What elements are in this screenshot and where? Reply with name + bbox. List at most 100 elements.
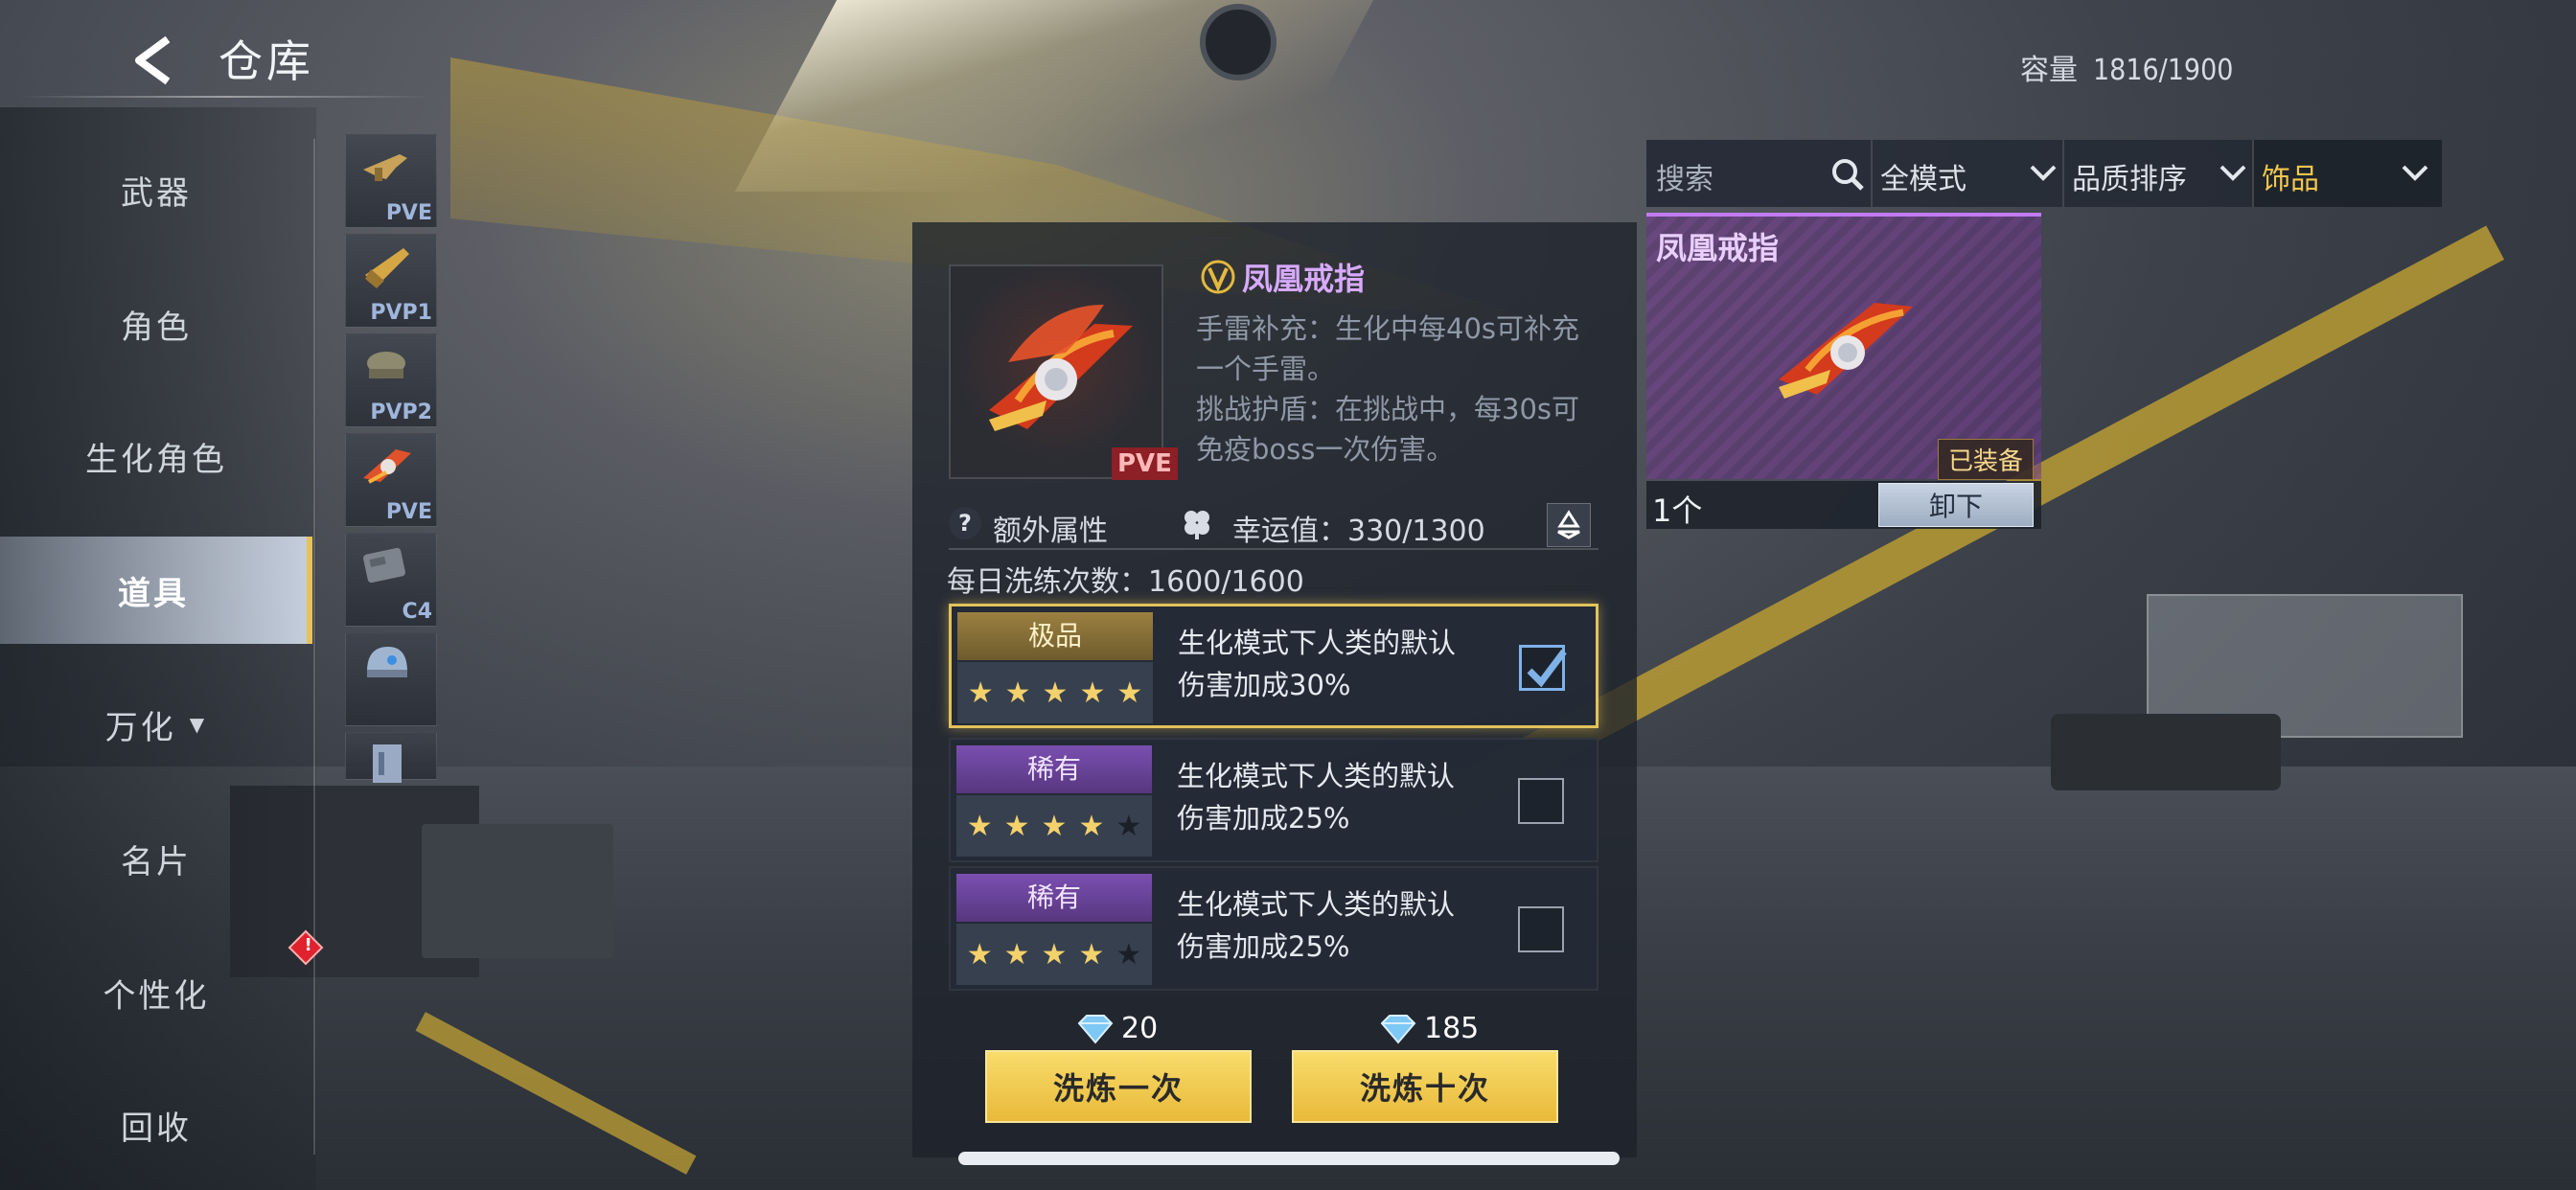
refine-ten-button[interactable]: 洗炼十次 — [1292, 1050, 1558, 1123]
strip-item[interactable]: PVE — [345, 433, 437, 527]
nav-item-wanhua[interactable]: 万化 ▼ — [0, 671, 312, 778]
chevron-down-icon — [2402, 165, 2428, 181]
capacity-label: 容量 — [2020, 54, 2078, 87]
bg-crate — [2051, 714, 2281, 790]
star-icon: ★ — [1116, 675, 1143, 710]
phoenix-ring-icon — [989, 305, 1133, 431]
refine-option-row[interactable]: 稀有 ★ ★ ★ ★ ★ 生化模式下人类的默认 伤害加成25% — [949, 738, 1598, 862]
clover-icon — [1184, 511, 1209, 539]
option-checkbox[interactable] — [1518, 906, 1564, 952]
star-icon: ★ — [1078, 809, 1105, 843]
nav-item-personalize[interactable]: 个性化 — [0, 939, 312, 1046]
strip-item[interactable]: PVE — [345, 134, 437, 228]
armor-icon — [373, 744, 402, 783]
extra-attribute-row: ? 额外属性 幸运值：330/1300 — [949, 503, 1600, 548]
recycle-icon — [1557, 510, 1580, 539]
help-icon[interactable]: ? — [949, 507, 981, 539]
search-icon[interactable] — [1828, 155, 1867, 194]
mode-dropdown[interactable]: 全模式 — [1873, 140, 2064, 207]
item-description-line: 挑战护盾：在挑战中，每30s可 — [1196, 393, 1580, 425]
nav-label: 万化 — [104, 708, 176, 747]
nav-label: 武器 — [121, 173, 192, 213]
strip-item-label: PVE — [385, 500, 432, 524]
option-line: 伤害加成25% — [1177, 930, 1350, 963]
refine-option-row[interactable]: 极品 ★ ★ ★ ★ ★ 生化模式下人类的默认 伤害加成30% — [949, 604, 1598, 728]
pve-tag: PVE — [1112, 447, 1178, 480]
option-checkbox[interactable] — [1518, 778, 1564, 824]
nav-item-recycle[interactable]: 回收 — [0, 1071, 312, 1179]
strip-item[interactable]: PVP2 — [345, 333, 437, 427]
nav-item-zombie-characters[interactable]: 生化角色 — [0, 402, 312, 510]
star-icon: ★ — [1079, 675, 1106, 710]
phoenix-ring-icon — [1779, 303, 1913, 399]
luck-value: 幸运值：330/1300 — [1232, 515, 1485, 548]
back-arrow-icon — [135, 35, 171, 85]
star-icon: ★ — [966, 937, 993, 972]
option-line: 生化模式下人类的默认 — [1177, 760, 1456, 792]
nav-label: 生化角色 — [85, 440, 227, 479]
refine-option-row[interactable]: 稀有 ★ ★ ★ ★ ★ 生化模式下人类的默认 伤害加成25% — [949, 866, 1598, 991]
strip-item[interactable] — [345, 632, 437, 726]
nav-item-cards[interactable]: 名片 — [0, 805, 312, 912]
recycle-button[interactable] — [1547, 503, 1591, 547]
capacity-indicator: 容量 1816/1900 — [2020, 46, 2233, 88]
option-description: 生化模式下人类的默认 伤害加成25% — [1177, 883, 1455, 968]
option-grade-label: 稀有 — [956, 874, 1152, 922]
helmet-icon — [367, 647, 407, 677]
option-stars: ★ ★ ★ ★ ★ — [957, 662, 1153, 723]
option-grade-label: 稀有 — [956, 745, 1152, 793]
option-line: 生化模式下人类的默认 — [1177, 888, 1456, 921]
title-underline — [19, 96, 431, 98]
refine-once-button[interactable]: 洗炼一次 — [985, 1050, 1252, 1123]
daily-refine-count: 每日洗练次数：1600/1600 — [947, 565, 1304, 599]
option-description: 生化模式下人类的默认 伤害加成30% — [1178, 622, 1456, 706]
strip-item[interactable]: PVP1 — [345, 234, 437, 328]
rank-v-icon — [1201, 260, 1235, 294]
nav-label: 回收 — [121, 1109, 192, 1148]
capacity-value: 1816/1900 — [2093, 54, 2234, 87]
home-indicator[interactable] — [958, 1152, 1620, 1165]
search-placeholder: 搜索 — [1656, 163, 1714, 196]
strip-item[interactable] — [345, 732, 437, 783]
item-name-row: 凤凰戒指 — [1200, 255, 1365, 299]
nav-item-items[interactable]: 道具 — [0, 537, 312, 644]
c4-icon — [363, 547, 405, 584]
equipped-badge: 已装备 — [1938, 439, 2035, 480]
option-grade-label: 极品 — [957, 612, 1153, 660]
nav-item-characters[interactable]: 角色 — [0, 270, 312, 378]
star-icon: ★ — [967, 675, 994, 710]
nav-item-weapons[interactable]: 武器 — [0, 136, 312, 243]
category-dropdown[interactable]: 饰品 — [2254, 140, 2442, 207]
option-description: 生化模式下人类的默认 伤害加成25% — [1177, 755, 1455, 839]
star-icon: ★ — [1004, 675, 1031, 710]
search-input[interactable]: 搜索 — [1646, 140, 1873, 207]
sort-dropdown[interactable]: 品质排序 — [2064, 140, 2254, 207]
item-description-line: 一个手雷。 — [1196, 353, 1336, 385]
nav-label: 道具 — [118, 574, 189, 613]
option-stars: ★ ★ ★ ★ ★ — [956, 924, 1152, 985]
strip-item-label: PVE — [385, 201, 432, 225]
strip-item-label: PVP1 — [370, 301, 432, 325]
chevron-down-icon — [2220, 165, 2246, 181]
star-icon: ★ — [966, 809, 993, 843]
star-icon: ★ — [1041, 809, 1068, 843]
filter-bar: 搜索 全模式 品质排序 饰品 — [1646, 140, 2442, 207]
unequip-button[interactable]: 卸下 — [1878, 483, 2034, 527]
equipped-item-name: 凤凰戒指 — [1656, 230, 1780, 266]
strip-item[interactable]: C4 — [345, 533, 437, 627]
weapon-icon — [363, 154, 407, 181]
bg-floor-stripe — [415, 1012, 697, 1175]
bg-ceiling-light — [734, 0, 1374, 192]
nav-label: 个性化 — [103, 976, 210, 1016]
equipped-item-card[interactable]: 凤凰戒指 已装备 — [1646, 213, 2041, 480]
cost-ten: 185 — [1378, 1012, 1479, 1045]
cost-ten-value: 185 — [1424, 1012, 1480, 1045]
cost-once: 20 — [1075, 1012, 1158, 1045]
option-checkbox[interactable] — [1519, 645, 1567, 691]
back-button[interactable] — [125, 29, 182, 92]
item-quantity: 1个 — [1652, 492, 1703, 529]
chevron-down-icon — [2030, 165, 2057, 181]
star-icon: ★ — [1042, 675, 1069, 710]
weapon-icon — [365, 248, 409, 288]
strip-item-label: C4 — [402, 600, 432, 624]
